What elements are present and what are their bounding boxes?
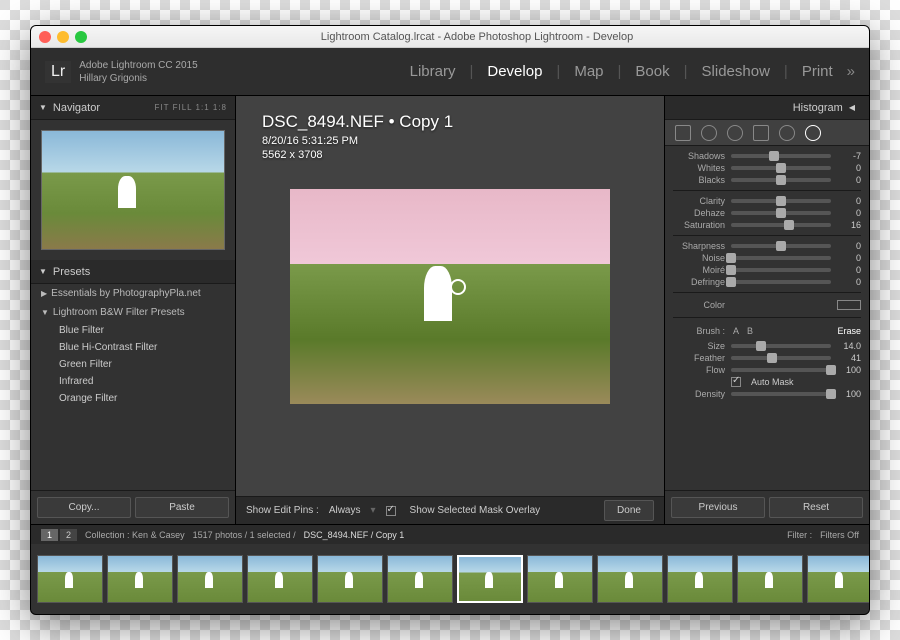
image-date: 8/20/16 5:31:25 PM	[262, 135, 453, 147]
navigator-zoom-options[interactable]: FIT FILL 1:1 1:8	[155, 103, 227, 112]
slider-moiré[interactable]: Moiré0	[673, 264, 861, 276]
slider-clarity[interactable]: Clarity0	[673, 195, 861, 207]
app-header: Lr Adobe Lightroom CC 2015 Hillary Grigo…	[31, 48, 869, 96]
filmstrip-info-bar: 1 2 Collection : Ken & Casey 1517 photos…	[31, 524, 869, 544]
filmstrip-thumbnail[interactable]	[107, 555, 173, 603]
navigator-title: Navigator	[53, 102, 100, 114]
slider-density[interactable]: Density100	[673, 388, 861, 400]
mask-overlay-checkbox[interactable]	[386, 506, 396, 516]
module-book[interactable]: Book	[635, 63, 669, 80]
filmstrip-thumbnail[interactable]	[597, 555, 663, 603]
slider-feather[interactable]: Feather41	[673, 352, 861, 364]
crop-tool[interactable]	[675, 125, 691, 141]
preset-item[interactable]: Blue Filter	[31, 322, 235, 339]
brush-erase[interactable]: Erase	[837, 326, 861, 336]
gradient-tool[interactable]	[753, 125, 769, 141]
histogram-header[interactable]: Histogram ◀	[665, 96, 869, 120]
disclosure-triangle-icon: ▼	[39, 267, 47, 276]
filmstrip-thumbnail[interactable]	[177, 555, 243, 603]
done-button[interactable]: Done	[604, 500, 654, 521]
presets-header[interactable]: ▼ Presets	[31, 260, 235, 284]
module-slideshow[interactable]: Slideshow	[702, 63, 770, 80]
module-print[interactable]: Print	[802, 63, 833, 80]
slider-whites[interactable]: Whites0	[673, 162, 861, 174]
preview-image[interactable]	[290, 189, 610, 404]
slider-size[interactable]: Size14.0	[673, 340, 861, 352]
filmstrip-thumbnail[interactable]	[317, 555, 383, 603]
radial-tool[interactable]	[779, 125, 795, 141]
filter-dropdown[interactable]: Filters Off	[820, 530, 859, 540]
slider-saturation[interactable]: Saturation16	[673, 219, 861, 231]
current-file: DSC_8494.NEF / Copy 1	[304, 530, 405, 540]
presets-title: Presets	[53, 266, 90, 278]
filmstrip-thumbnail[interactable]	[667, 555, 733, 603]
module-map[interactable]: Map	[574, 63, 603, 80]
module-develop[interactable]: Develop	[487, 63, 542, 80]
mask-overlay-label: Show Selected Mask Overlay	[410, 505, 541, 516]
presets-list: ▶ Essentials by PhotographyPla.net▼ Ligh…	[31, 284, 235, 490]
filmstrip[interactable]	[31, 544, 869, 614]
slider-shadows[interactable]: Shadows-7	[673, 150, 861, 162]
histogram-title: Histogram	[793, 102, 843, 114]
preset-item[interactable]: Blue Hi-Contrast Filter	[31, 339, 235, 356]
app-name: Adobe Lightroom CC 2015	[79, 59, 197, 72]
titlebar: Lightroom Catalog.lrcat - Adobe Photosho…	[31, 26, 869, 48]
slider-sharpness[interactable]: Sharpness0	[673, 240, 861, 252]
navigator-header[interactable]: ▼ Navigator FIT FILL 1:1 1:8	[31, 96, 235, 120]
paste-button[interactable]: Paste	[135, 497, 229, 518]
filmstrip-thumbnail[interactable]	[807, 555, 869, 603]
brush-cursor-icon	[450, 279, 466, 295]
user-name: Hillary Grigonis	[79, 72, 197, 85]
local-adjustment-tools	[665, 120, 869, 146]
collection-name[interactable]: Collection : Ken & Casey	[85, 530, 185, 540]
filmstrip-thumbnail[interactable]	[387, 555, 453, 603]
disclosure-triangle-icon: ◀	[849, 103, 855, 112]
module-library[interactable]: Library	[410, 63, 456, 80]
filmstrip-thumbnail[interactable]	[247, 555, 313, 603]
brush-b[interactable]: B	[747, 326, 753, 336]
slider-blacks[interactable]: Blacks0	[673, 174, 861, 186]
color-swatch[interactable]	[837, 300, 861, 310]
preset-item[interactable]: Orange Filter	[31, 390, 235, 407]
redeye-tool[interactable]	[727, 125, 743, 141]
image-filename: DSC_8494.NEF • Copy 1	[262, 112, 453, 132]
slider-defringe[interactable]: Defringe0	[673, 276, 861, 288]
filmstrip-thumbnail[interactable]	[737, 555, 803, 603]
filmstrip-thumbnail[interactable]	[37, 555, 103, 603]
disclosure-triangle-icon: ▼	[39, 103, 47, 112]
slider-dehaze[interactable]: Dehaze0	[673, 207, 861, 219]
photo-count: 1517 photos / 1 selected /	[193, 530, 296, 540]
filmstrip-thumbnail[interactable]	[457, 555, 523, 603]
edit-pins-dropdown[interactable]: Always	[329, 505, 361, 516]
adjustment-sliders: Shadows-7Whites0Blacks0 Clarity0Dehaze0Sa…	[665, 146, 869, 490]
image-dimensions: 5562 x 3708	[262, 149, 453, 161]
app-logo: Lr	[45, 61, 71, 83]
window-maximize-button[interactable]	[75, 31, 87, 43]
window-title: Lightroom Catalog.lrcat - Adobe Photosho…	[93, 31, 861, 43]
navigator-preview[interactable]	[41, 130, 225, 250]
window-close-button[interactable]	[39, 31, 51, 43]
reset-button[interactable]: Reset	[769, 497, 863, 518]
edit-pins-label: Show Edit Pins :	[246, 505, 319, 516]
slider-noise[interactable]: Noise0	[673, 252, 861, 264]
spot-tool[interactable]	[701, 125, 717, 141]
secondary-display-pages[interactable]: 1 2	[41, 529, 77, 541]
automask-checkbox[interactable]	[731, 377, 741, 387]
image-preview-area[interactable]: DSC_8494.NEF • Copy 1 8/20/16 5:31:25 PM…	[236, 96, 664, 496]
preset-group[interactable]: ▼ Lightroom B&W Filter Presets	[31, 303, 235, 322]
copy-button[interactable]: Copy...	[37, 497, 131, 518]
filmstrip-thumbnail[interactable]	[527, 555, 593, 603]
slider-flow[interactable]: Flow100	[673, 364, 861, 376]
brush-a[interactable]: A	[733, 326, 739, 336]
preset-item[interactable]: Infrared	[31, 373, 235, 390]
window-minimize-button[interactable]	[57, 31, 69, 43]
preset-item[interactable]: Green Filter	[31, 356, 235, 373]
previous-button[interactable]: Previous	[671, 497, 765, 518]
brush-tool[interactable]	[805, 125, 821, 141]
preset-group[interactable]: ▶ Essentials by PhotographyPla.net	[31, 284, 235, 303]
module-picker: Library|Develop|Map|Book|Slideshow|Print…	[410, 63, 855, 80]
filter-label: Filter :	[787, 530, 812, 540]
